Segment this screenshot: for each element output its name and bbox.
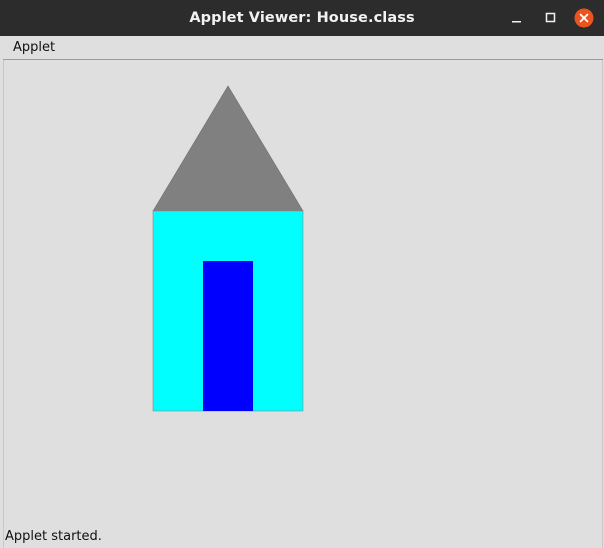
house-door bbox=[203, 261, 253, 411]
status-bar-text: Applet started. bbox=[5, 529, 102, 544]
house-roof bbox=[152, 85, 304, 212]
applet-canvas bbox=[152, 85, 304, 412]
applet-viewer-window: Applet Viewer: House.class Applet Applet… bbox=[0, 0, 604, 548]
